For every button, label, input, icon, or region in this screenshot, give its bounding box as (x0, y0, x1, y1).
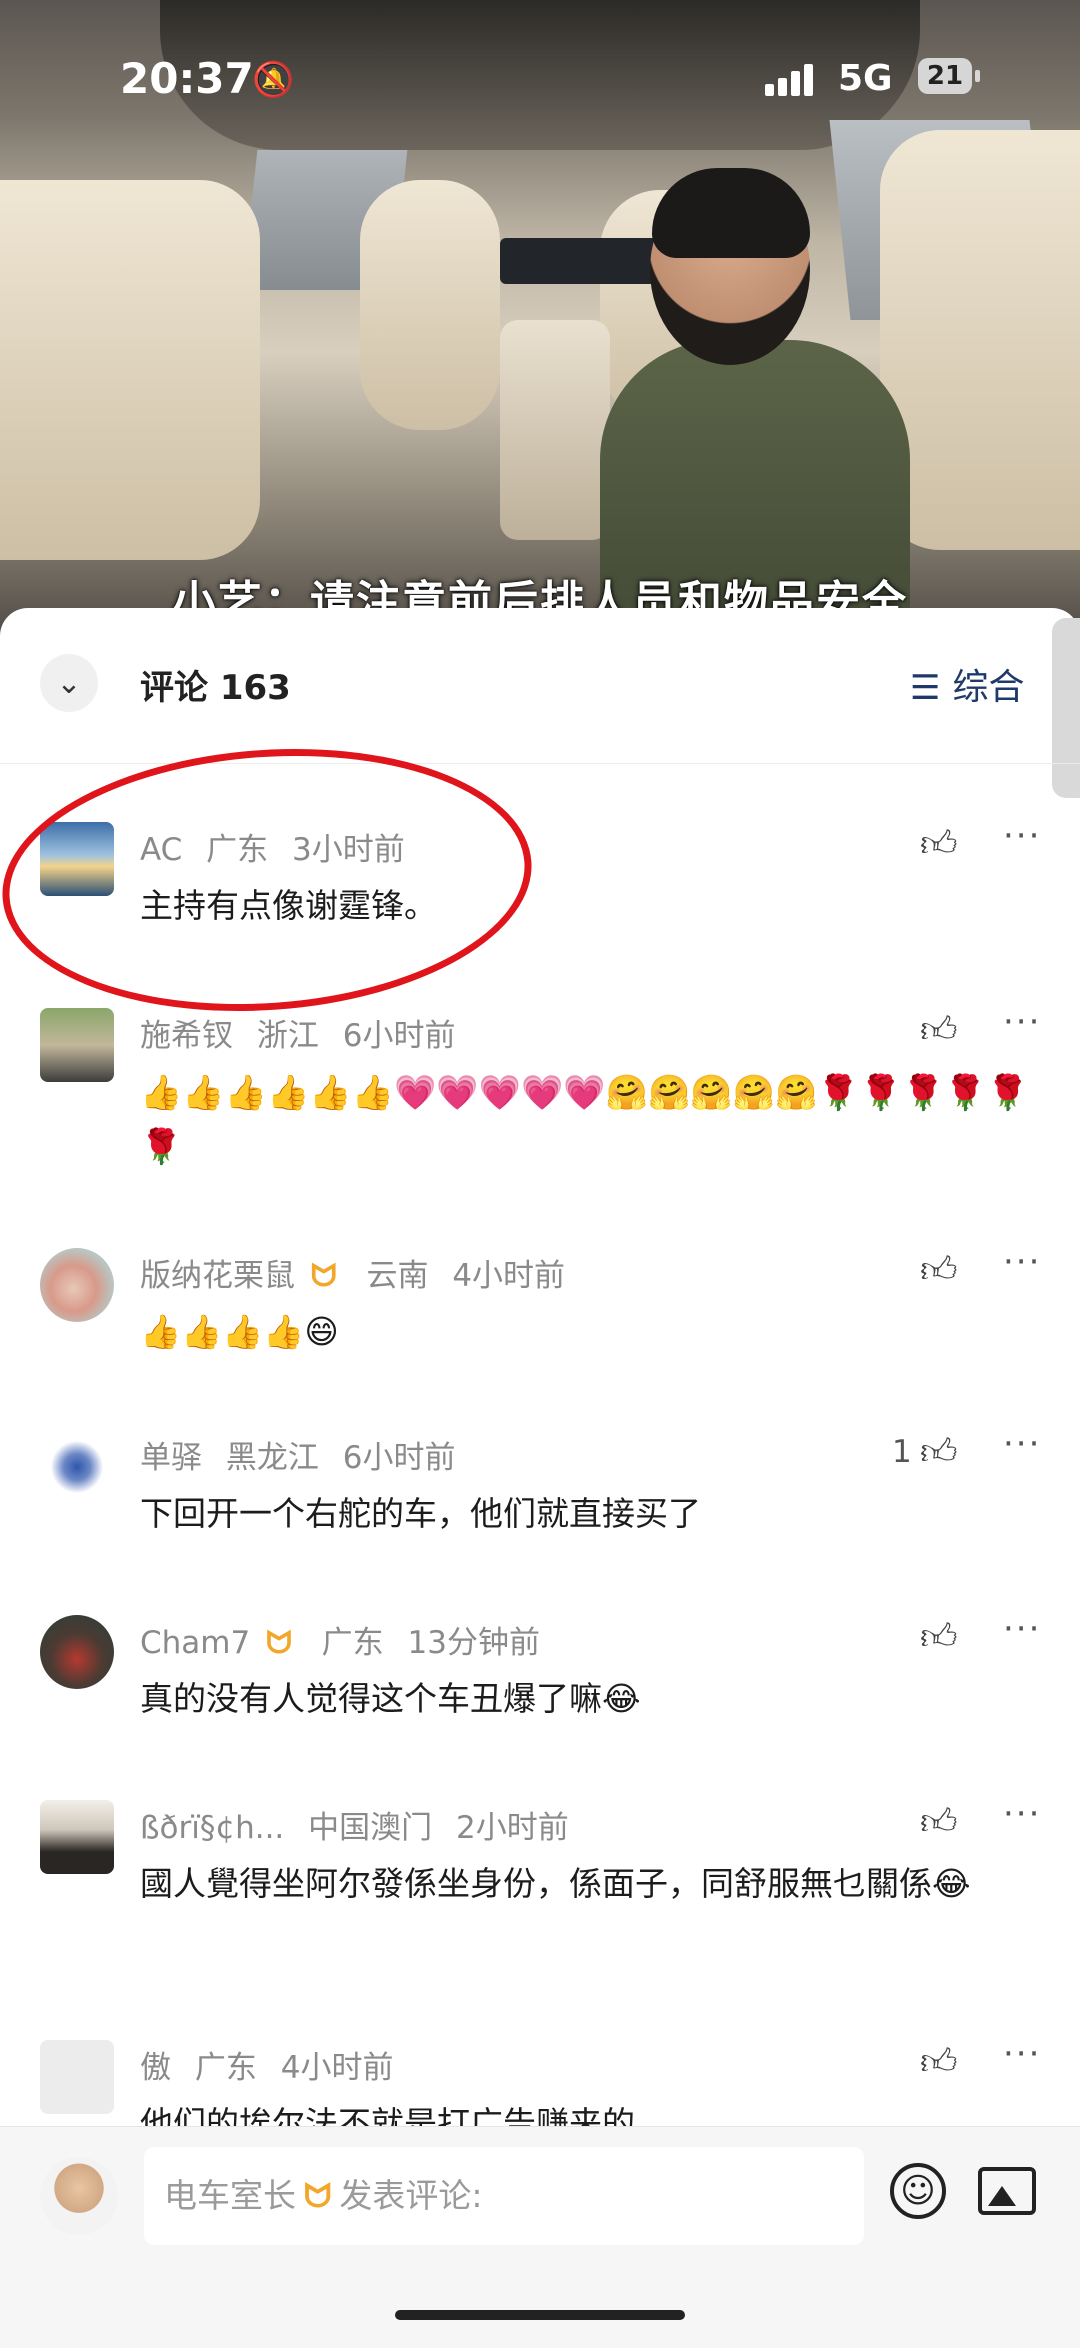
input-placeholder: 发表评论: (339, 2176, 483, 2215)
comment-author[interactable]: Cham7 (140, 1625, 250, 1661)
thumbs-up-icon[interactable]: 👍︎ (920, 1248, 958, 1292)
vip-badge: ᗢ (304, 2176, 332, 2215)
bell-slash-icon: 🔕 (252, 60, 295, 100)
thumbs-up-icon[interactable]: 👍︎ (920, 1430, 958, 1474)
more-icon[interactable]: ··· (1003, 1424, 1041, 1464)
avatar[interactable] (40, 1800, 114, 1874)
comment-author[interactable]: 傲 (140, 2050, 171, 2086)
status-bar: 20:37 🔕 5G 21 (0, 0, 1080, 160)
network-type: 5G (838, 58, 893, 99)
thumbs-up-icon[interactable]: 👍︎ (920, 1008, 958, 1052)
comment-meta: 版纳花栗鼠 ᗢ 云南 4小时前 (140, 1250, 565, 1295)
image-icon[interactable] (978, 2167, 1036, 2215)
comment-author[interactable]: 施希钗 (140, 1018, 233, 1054)
avatar[interactable] (40, 1008, 114, 1082)
center-console (500, 320, 610, 540)
comment-author[interactable]: 版纳花栗鼠 (140, 1258, 295, 1294)
comment-region: 黑龙江 (225, 1440, 319, 1476)
thumbs-up-icon[interactable]: 👍︎ (920, 1800, 958, 1844)
comment-text[interactable]: 👍👍👍👍😄 (140, 1306, 1040, 1358)
comment-region: 广东 (321, 1625, 384, 1661)
comment-input[interactable]: 电车室长 ᗢ 发表评论: (144, 2147, 864, 2245)
sort-label: 综合 (952, 667, 1025, 708)
avatar[interactable] (40, 2040, 114, 2114)
comment-meta: Cham7 ᗢ 广东 13分钟前 (140, 1617, 540, 1662)
more-icon[interactable]: ··· (1003, 1609, 1041, 1649)
comment-author[interactable]: 单驿 (140, 1440, 202, 1476)
comment-text[interactable]: 真的没有人觉得这个车丑爆了嘛😂 (140, 1673, 1040, 1725)
status-time: 20:37 (120, 54, 254, 103)
comment-meta: 单驿 黑龙江 6小时前 (140, 1432, 455, 1477)
comment-author[interactable]: ßðrï§¢h... (140, 1810, 284, 1846)
comment-time: 4小时前 (280, 2050, 394, 2086)
comment-time: 6小时前 (342, 1018, 456, 1054)
vip-badge: ᗢ (266, 1625, 292, 1661)
comment-meta: 傲 广东 4小时前 (140, 2042, 393, 2087)
more-icon[interactable]: ··· (1003, 1242, 1041, 1282)
more-icon[interactable]: ··· (1003, 1794, 1041, 1834)
comment-region: 浙江 (256, 1018, 319, 1054)
avatar[interactable] (40, 1615, 114, 1689)
signal-icon (765, 62, 821, 96)
battery-icon: 21 (918, 58, 972, 94)
home-indicator[interactable] (395, 2310, 685, 2320)
comment-text[interactable]: 國人覺得坐阿尔發係坐身份，係面子，同舒服無乜關係😂 (140, 1858, 1040, 1910)
seat-left (0, 180, 260, 560)
more-icon[interactable]: ··· (1003, 1002, 1041, 1042)
scrollbar[interactable] (1052, 618, 1080, 798)
header-divider (0, 763, 1080, 764)
avatar[interactable] (40, 1248, 114, 1322)
comments-title: 评论 163 (140, 668, 291, 708)
more-icon[interactable]: ··· (1003, 2034, 1041, 2074)
input-user-name: 电车室长 (164, 2176, 296, 2215)
like-count: 1 (892, 1434, 912, 1470)
comments-header: ⌄ 评论 163 ☰ 综合 (0, 608, 1080, 798)
emoji-icon[interactable]: ☺ (890, 2163, 946, 2219)
comment-text[interactable]: 👍👍👍👍👍👍💗💗💗💗💗🤗🤗🤗🤗🤗🌹🌹🌹🌹🌹🌹 (140, 1066, 1040, 1174)
comment-meta: ßðrï§¢h... 中国澳门 2小时前 (140, 1802, 569, 1847)
thumbs-up-icon[interactable]: 👍︎ (920, 822, 958, 866)
more-icon[interactable]: ··· (1003, 816, 1041, 856)
comment-region: 云南 (366, 1258, 429, 1294)
seat-right (880, 130, 1080, 550)
thumbs-up-icon[interactable]: 👍︎ (920, 1615, 958, 1659)
comment-time: 4小时前 (452, 1258, 566, 1294)
vip-badge: ᗢ (310, 1258, 337, 1294)
comment-region: 广东 (194, 2050, 257, 2086)
thumbs-up-icon[interactable]: 👍︎ (920, 2040, 958, 2084)
avatar[interactable] (40, 1430, 114, 1504)
comment-region: 中国澳门 (308, 1810, 433, 1846)
battery-tip (975, 70, 980, 82)
my-avatar[interactable] (40, 2157, 118, 2235)
comment-text[interactable]: 下回开一个右舵的车，他们就直接买了 (140, 1488, 1040, 1540)
seat-rear-left (360, 180, 500, 430)
comment-time: 2小时前 (456, 1810, 569, 1846)
host-hair (652, 168, 810, 258)
comment-time: 13分钟前 (407, 1625, 540, 1661)
comment-time: 6小时前 (342, 1440, 456, 1476)
comment-meta: 施希钗 浙江 6小时前 (140, 1010, 455, 1055)
chevron-down-icon[interactable]: ⌄ (40, 654, 98, 712)
sort-button[interactable]: ☰ 综合 (910, 658, 1025, 710)
sort-icon: ☰ (910, 668, 941, 708)
